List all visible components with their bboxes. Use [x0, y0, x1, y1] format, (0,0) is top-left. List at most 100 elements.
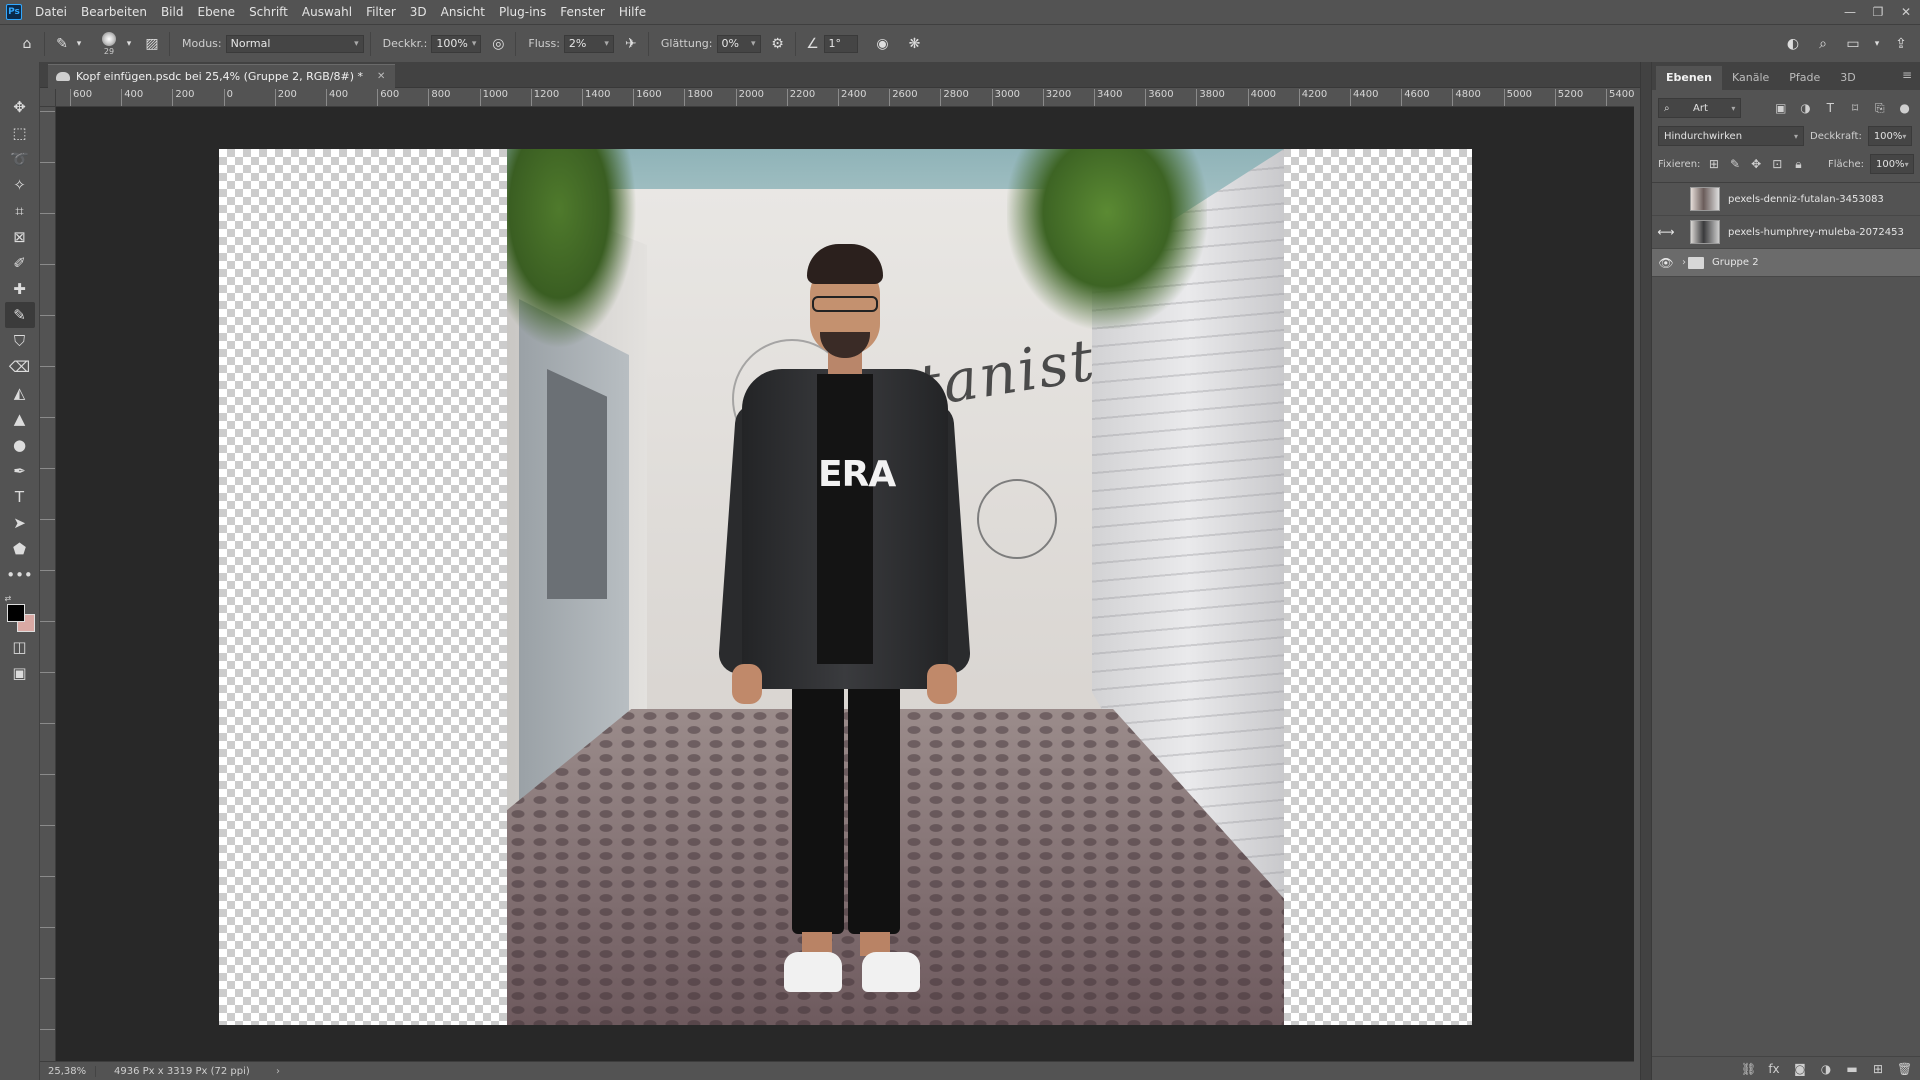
menu-auswahl[interactable]: Auswahl [295, 0, 359, 24]
panel-menu-icon[interactable]: ≡ [1902, 68, 1912, 82]
lock-transparency-icon[interactable]: ⊞ [1706, 154, 1721, 174]
link-layers-icon[interactable]: ⛓ [1741, 1062, 1756, 1076]
filter-pixel-layer-icon[interactable]: ▣ [1771, 98, 1790, 118]
home-icon[interactable]: ⌂ [16, 33, 38, 55]
clone-stamp-tool-icon[interactable]: ⛉ [5, 328, 35, 354]
lock-artboard-icon[interactable]: ⊡ [1770, 154, 1785, 174]
filter-shape-layer-icon[interactable]: ⌑ [1846, 98, 1865, 118]
brush-tool-preset-icon[interactable]: ✎ [51, 33, 73, 55]
filter-smart-object-icon[interactable]: ⎘ [1870, 98, 1889, 118]
drag-resize-cursor-icon[interactable]: ⟷ [1656, 222, 1676, 242]
chevron-down-icon[interactable]: ▾ [123, 33, 135, 55]
lasso-tool-icon[interactable]: ➰ [5, 146, 35, 172]
photoshop-logo-icon[interactable]: Ps [6, 4, 22, 20]
dodge-tool-icon[interactable]: ● [5, 432, 35, 458]
lock-position-icon[interactable]: ✥ [1749, 154, 1764, 174]
chevron-right-icon[interactable]: › [1682, 257, 1686, 268]
share-icon[interactable]: ⇪ [1890, 33, 1912, 55]
document-tab[interactable]: Kopf einfügen.psdc bei 25,4% (Gruppe 2, … [48, 64, 396, 88]
frame-tool-icon[interactable]: ⊠ [5, 224, 35, 250]
add-mask-icon[interactable]: ◙ [1793, 1062, 1807, 1076]
type-tool-icon[interactable]: T [5, 484, 35, 510]
menu-bild[interactable]: Bild [154, 0, 191, 24]
panel-collapse-strip[interactable] [1640, 62, 1651, 1080]
visibility-toggle[interactable] [1656, 189, 1676, 209]
crop-tool-icon[interactable]: ⌗ [5, 198, 35, 224]
foreground-color-swatch[interactable] [6, 604, 25, 622]
workspace-icon[interactable]: ▭ [1842, 33, 1864, 55]
filter-type-layer-icon[interactable]: T [1821, 98, 1840, 118]
flow-input[interactable]: 2% ▾ [563, 34, 614, 53]
lock-image-pixels-icon[interactable]: ✎ [1728, 154, 1743, 174]
chevron-down-icon[interactable]: ▾ [73, 33, 85, 55]
brush-settings-panel-icon[interactable]: ▨ [141, 33, 163, 55]
more-tools-icon[interactable]: ••• [5, 562, 35, 588]
tab-pfade[interactable]: Pfade [1779, 66, 1830, 90]
paint-bucket-tool-icon[interactable]: ◭ [5, 380, 35, 406]
menu-ebene[interactable]: Ebene [190, 0, 242, 24]
vertical-ruler[interactable] [40, 107, 56, 1061]
brush-size-picker[interactable]: 29 [95, 30, 123, 58]
eraser-tool-icon[interactable]: ⌫ [5, 354, 35, 380]
menu-schrift[interactable]: Schrift [242, 0, 295, 24]
pen-tool-icon[interactable]: ✒ [5, 458, 35, 484]
menu-plugins[interactable]: Plug-ins [492, 0, 553, 24]
adjustment-layer-icon[interactable]: ◑ [1819, 1062, 1833, 1076]
fill-input[interactable]: 100% ▾ [1869, 154, 1914, 174]
layer-filter-select[interactable]: ⌕ Art ▾ [1658, 98, 1742, 118]
ruler-origin[interactable] [40, 89, 56, 107]
symmetry-butterfly-icon[interactable]: ❋ [904, 33, 926, 55]
angle-input[interactable]: 1° [823, 34, 858, 53]
new-layer-icon[interactable]: ⊞ [1871, 1062, 1885, 1076]
learn-user-icon[interactable]: ◐ [1782, 33, 1804, 55]
brush-angle-icon[interactable]: ∠ [802, 33, 824, 55]
layer-style-fx-icon[interactable]: fx [1767, 1062, 1781, 1076]
smoothing-settings-gear-icon[interactable]: ⚙ [767, 33, 789, 55]
blur-tool-icon[interactable]: ▲ [5, 406, 35, 432]
new-group-icon[interactable]: ▬ [1845, 1062, 1859, 1076]
filter-toggle-icon[interactable]: ● [1895, 98, 1914, 118]
menu-hilfe[interactable]: Hilfe [612, 0, 653, 24]
tab-3d[interactable]: 3D [1830, 66, 1865, 90]
healing-brush-tool-icon[interactable]: ✚ [5, 276, 35, 302]
menu-bearbeiten[interactable]: Bearbeiten [74, 0, 154, 24]
brush-tool-icon[interactable]: ✎ [4, 302, 35, 328]
menu-filter[interactable]: Filter [359, 0, 403, 24]
move-tool-icon[interactable]: ✥ [5, 94, 35, 120]
restore-icon[interactable]: ❐ [1864, 0, 1892, 24]
close-window-icon[interactable]: ✕ [1892, 0, 1920, 24]
airbrush-icon[interactable]: ✈ [620, 33, 642, 55]
layer-row[interactable]: ⟷ pexels-humphrey-muleba-2072453 [1652, 216, 1920, 249]
tab-ebenen[interactable]: Ebenen [1656, 66, 1722, 90]
pressure-opacity-icon[interactable]: ◎ [487, 33, 509, 55]
trash-icon[interactable]: 🗑︎ [1897, 1062, 1912, 1076]
magic-wand-tool-icon[interactable]: ✧ [5, 172, 35, 198]
filter-adjustment-layer-icon[interactable]: ◑ [1796, 98, 1815, 118]
opacity-input[interactable]: 100% ▾ [431, 34, 482, 53]
tab-kanaele[interactable]: Kanäle [1722, 66, 1779, 90]
swap-colors-icon[interactable]: ⇄ [5, 594, 12, 603]
quick-mask-icon[interactable]: ◫ [5, 634, 35, 660]
minimize-icon[interactable]: — [1836, 0, 1864, 24]
canvas-photo-layer[interactable]: tanist ERA [507, 149, 1284, 1025]
layer-row[interactable]: pexels-denniz-futalan-3453083 [1652, 183, 1920, 216]
mode-select[interactable]: Normal ▾ [225, 34, 364, 53]
pressure-size-icon[interactable]: ◉ [872, 33, 894, 55]
layer-row-selected[interactable]: 👁︎ › Gruppe 2 [1652, 249, 1920, 277]
smoothing-input[interactable]: 0% ▾ [716, 34, 761, 53]
screen-mode-icon[interactable]: ▣ [5, 660, 35, 686]
horizontal-ruler[interactable]: 600 400 200 0 200 400 600 800 1000 1200 1400 1600 18… [56, 89, 1634, 107]
layer-opacity-input[interactable]: 100% ▾ [1867, 126, 1912, 146]
shape-tool-icon[interactable]: ⬟ [5, 536, 35, 562]
blend-mode-select[interactable]: Hindurchwirken ▾ [1658, 126, 1804, 146]
menu-ansicht[interactable]: Ansicht [434, 0, 492, 24]
eye-icon[interactable]: 👁︎ [1656, 253, 1676, 273]
marquee-tool-icon[interactable]: ⬚ [5, 120, 35, 146]
close-tab-icon[interactable]: ✕ [377, 71, 385, 82]
menu-fenster[interactable]: Fenster [553, 0, 612, 24]
zoom-level[interactable]: 25,38% [40, 1065, 96, 1077]
eyedropper-tool-icon[interactable]: ✐ [5, 250, 35, 276]
lock-all-icon[interactable]: 🔒︎ [1791, 154, 1806, 174]
path-selection-tool-icon[interactable]: ➤ [5, 510, 35, 536]
search-icon[interactable]: ⌕ [1812, 33, 1834, 55]
